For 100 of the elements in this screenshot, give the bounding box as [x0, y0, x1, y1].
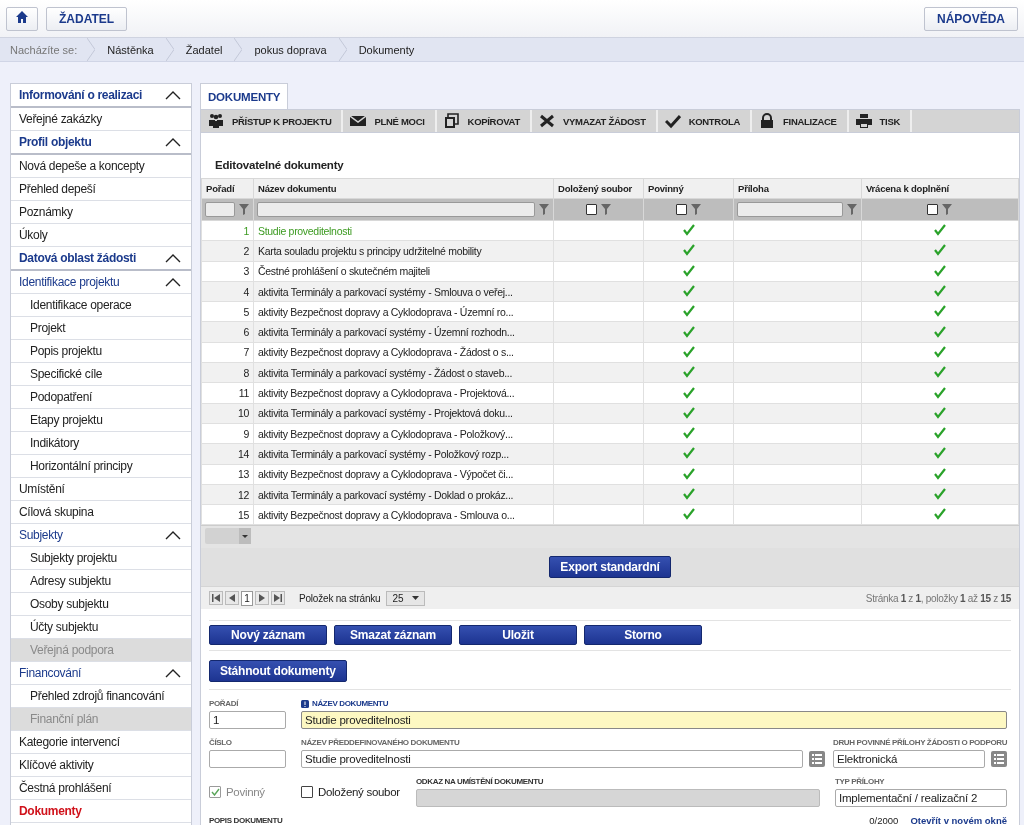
action-button[interactable]: Nový záznam	[209, 625, 327, 646]
column-header[interactable]: Pořadí	[201, 178, 254, 199]
table-cell: 8	[201, 362, 254, 383]
breadcrumb-link[interactable]: Žadatel	[183, 43, 235, 56]
field-label: ČÍSLO	[209, 738, 232, 748]
table-cell: 6	[201, 322, 254, 343]
field-label: ODKAZ NA UMÍSTĚNÍ DOKUMENTU	[416, 777, 544, 787]
pager-status: Stránka 1 z 1, položky 1 až 15 z 15	[865, 592, 1011, 604]
filter-checkbox[interactable]	[675, 204, 687, 215]
list-button[interactable]	[809, 751, 825, 768]
help-button[interactable]: NÁPOVĚDA	[924, 6, 1018, 31]
checkbox[interactable]: Doložený soubor	[301, 786, 400, 799]
envelope-icon	[350, 113, 367, 129]
table-cell: 12	[201, 484, 254, 505]
tab[interactable]: DOKUMENTY	[200, 83, 289, 109]
sidebar-item[interactable]: Horizontální principy	[11, 455, 191, 478]
field-label: NÁZEV PŘEDDEFINOVANÉHO DOKUMENTU	[301, 738, 460, 748]
input-field[interactable]: 1	[209, 711, 286, 730]
section-title: Editovatelné dokumenty	[215, 159, 345, 171]
table-cell: 9	[201, 423, 254, 444]
sidebar-item[interactable]: Úkoly	[11, 224, 191, 247]
column-header[interactable]: Název dokumentu	[253, 178, 554, 199]
sidebar-item[interactable]: Etapy projektu	[11, 409, 191, 432]
open-in-new-window-link[interactable]: Otevřít v novém okně	[910, 815, 1007, 825]
previous-page-button[interactable]	[225, 591, 239, 606]
input-field[interactable]: Studie proveditelnosti	[301, 750, 803, 769]
filter-field[interactable]	[737, 202, 843, 217]
breadcrumb-label: Nacházíte se:	[10, 43, 78, 56]
input-field[interactable]: Implementační / realizační 2	[835, 789, 1007, 808]
sidebar-item[interactable]: Osoby subjektu	[11, 593, 191, 616]
table-cell: aktivity Bezpečnost dopravy a Cyklodoprava - Územní ro...	[253, 301, 554, 322]
sidebar-item[interactable]: Indikátory	[11, 432, 191, 455]
list-icon	[812, 754, 822, 765]
sidebar-item[interactable]: Popis projektu	[11, 340, 191, 363]
sidebar-item[interactable]: Projekt	[11, 317, 191, 340]
sidebar-item[interactable]: Veřejné zakázky	[11, 108, 191, 131]
breadcrumb-link[interactable]: Nástěnka	[105, 43, 166, 56]
sidebar-item[interactable]: Poznámky	[11, 201, 191, 224]
action-button[interactable]: Uložit	[459, 625, 577, 646]
filter-checkbox[interactable]	[585, 204, 597, 215]
sidebar-group-header[interactable]: Financování	[11, 662, 191, 685]
filter-checkbox[interactable]	[927, 204, 938, 215]
sidebar-group-header[interactable]: Informování o realizaci	[11, 84, 191, 108]
filter-icon	[689, 203, 702, 216]
action-button[interactable]: Storno	[584, 625, 702, 646]
sidebar-group-header[interactable]: Profil objektu	[11, 131, 191, 155]
table-cell: 7	[201, 342, 254, 363]
table-cell: 1	[201, 220, 254, 241]
export-button[interactable]: Export standardní	[549, 556, 671, 579]
column-header[interactable]: Vrácena k doplnění	[861, 178, 1019, 199]
sidebar-item[interactable]: Cílová skupina	[11, 501, 191, 524]
sidebar-item[interactable]: Specifické cíle	[11, 363, 191, 386]
sidebar-item[interactable]: Adresy subjektu	[11, 570, 191, 593]
column-header[interactable]: Příloha	[733, 178, 862, 199]
sidebar-group-header[interactable]: Datová oblast žádosti	[11, 247, 191, 271]
first-page-button[interactable]	[209, 591, 223, 606]
sidebar-item[interactable]: Kategorie intervencí	[11, 731, 191, 754]
sidebar-item[interactable]: Dokumenty	[11, 800, 191, 823]
sidebar-item[interactable]: Identifikace operace	[11, 294, 191, 317]
page-number-field[interactable]: 1	[241, 590, 253, 606]
filter-icon	[846, 203, 858, 216]
sidebar-item[interactable]: Umístění	[11, 478, 191, 501]
page-size-dropdown[interactable]: 25	[386, 590, 425, 606]
checkmark-icon	[210, 788, 220, 797]
download-button[interactable]: Stáhnout dokumenty	[209, 660, 347, 683]
column-header[interactable]: Povinný	[643, 178, 734, 199]
home-button[interactable]	[6, 6, 38, 31]
field-label: POŘADÍ	[209, 699, 238, 709]
breadcrumb-link[interactable]: pokus doprava	[252, 43, 339, 56]
last-page-button[interactable]	[271, 591, 285, 606]
sidebar-item[interactable]: Klíčové aktivity	[11, 754, 191, 777]
list-button[interactable]	[991, 751, 1007, 768]
input-field[interactable]	[209, 750, 286, 769]
table-cell: 5	[201, 301, 254, 322]
sidebar-item[interactable]: Podopatření	[11, 386, 191, 409]
printer-icon	[855, 113, 872, 129]
table-cell: aktivity Bezpečnost dopravy a Cyklodoprava - Položkový...	[253, 423, 554, 444]
table-cell: aktivity Bezpečnost dopravy a Cyklodoprava - Projektová...	[253, 382, 554, 404]
sidebar-item[interactable]: Nová depeše a koncepty	[11, 155, 191, 178]
filter-icon	[599, 203, 612, 216]
sidebar-group-header[interactable]: Identifikace projektu	[11, 271, 191, 294]
sidebar-item[interactable]: Čestná prohlášení	[11, 777, 191, 800]
table-cell: 13	[201, 464, 254, 485]
next-page-button[interactable]	[255, 591, 269, 606]
sidebar-group-header[interactable]: Subjekty	[11, 524, 191, 547]
action-button[interactable]: Smazat záznam	[334, 625, 452, 646]
filter-field[interactable]	[257, 202, 535, 217]
sidebar-item[interactable]: Přehled depeší	[11, 178, 191, 201]
input-field[interactable]: Studie proveditelnosti	[301, 711, 1007, 730]
breadcrumb-link[interactable]: Dokumenty	[356, 43, 427, 56]
table-cell: 3	[201, 261, 254, 282]
column-header[interactable]: Doložený soubor	[553, 178, 644, 199]
page-size-label: Položek na stránku	[299, 592, 381, 604]
table-cell: 4	[201, 281, 254, 302]
table-cell: aktivity Bezpečnost dopravy a Cyklodoprava - Výpočet či...	[253, 464, 554, 485]
input-field[interactable]: Elektronická	[833, 750, 985, 769]
applicant-button[interactable]: ŽADATEL	[46, 6, 128, 31]
filter-field[interactable]	[205, 202, 235, 217]
sidebar-item[interactable]: Subjekty projektu	[11, 547, 191, 570]
lock-icon	[759, 113, 776, 129]
